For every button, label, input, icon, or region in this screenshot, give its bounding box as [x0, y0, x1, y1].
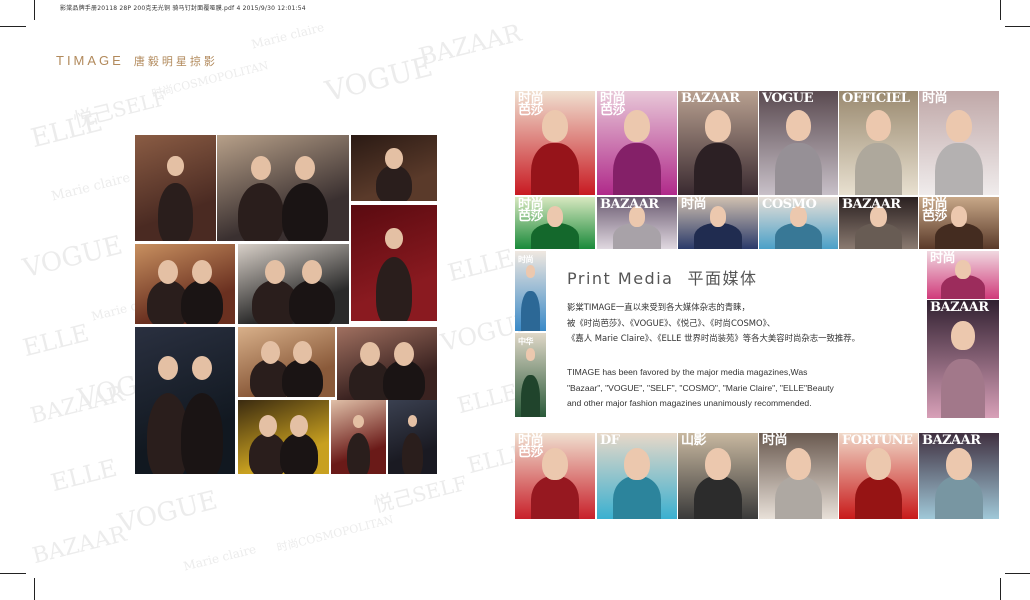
cover-bazaar-green: 时尚 芭莎: [515, 197, 595, 249]
description-en-line: TIMAGE has been favored by the major med…: [567, 367, 808, 377]
photo-09: [337, 327, 437, 400]
cover-masthead: 时尚: [762, 433, 788, 448]
print-media-title: Print Media 平面媒体: [567, 265, 757, 289]
description-en-line: and other major fashion magazines unanim…: [567, 398, 812, 408]
cover-masthead: BAZAAR: [922, 433, 981, 448]
watermark-elle: ELLE: [445, 243, 517, 288]
cover-bottom-4: 时尚: [759, 433, 838, 519]
cover-china: 中华: [515, 333, 546, 417]
cover-bottom-3: 山影: [678, 433, 758, 519]
photo-07: [135, 327, 235, 474]
crop-mark: [0, 26, 26, 27]
photo-08: [238, 327, 335, 397]
cover-bazaar-brown: 时尚 芭莎: [919, 197, 999, 249]
cover-masthead: 时尚: [930, 251, 956, 266]
cover-cosmo-blue: COSMO: [759, 197, 838, 249]
cover-shishang-small: 时尚: [515, 251, 546, 331]
cover-masthead: DF: [600, 433, 620, 448]
cover-masthead: 中华: [518, 336, 534, 346]
crop-mark: [34, 578, 35, 600]
cover-masthead: VOGUE: [762, 91, 814, 106]
cover-bazaar-red: 时尚 芭莎: [515, 91, 595, 195]
crop-mark: [1000, 0, 1001, 20]
file-info-line: 影棠品牌手册20118 28P 200克无光铜 骑马钉封面覆哑膜.pdf 4 2…: [60, 5, 306, 12]
cover-bottom-6: BAZAAR: [919, 433, 999, 519]
crop-mark: [1005, 26, 1030, 27]
print-media-title-en: Print Media: [567, 269, 674, 288]
photo-10: [238, 400, 329, 474]
cover-cosmo-white: 时尚: [919, 91, 999, 195]
description-en-line: "Bazaar", "VOGUE", "SELF", "COSMO", "Mar…: [567, 382, 834, 393]
photo-12: [388, 400, 437, 474]
watermark-elle: ELLE: [48, 453, 120, 498]
watermark-marie: Marie claire: [250, 20, 326, 52]
cover-masthead: 时尚: [922, 91, 948, 106]
cover-masthead: BAZAAR: [600, 197, 659, 212]
print-media-description-cn: 影棠TIMAGE一直以来受到各大媒体杂志的青睐， 被《时尚芭莎》、《VOGUE》…: [567, 300, 860, 347]
crop-mark: [1000, 578, 1001, 600]
cover-masthead: 时尚 芭莎: [600, 91, 626, 118]
print-media-description-en: TIMAGE has been favored by the major med…: [567, 365, 834, 412]
description-cn-line: 《嘉人 Marie Claire》、《ELLE 世界时尚装苑》等各大美容时尚杂志…: [567, 333, 860, 343]
brand-subtitle: 唐毅明星掠影: [133, 56, 218, 68]
watermark-self: 悦己SELF: [370, 470, 470, 518]
cover-bazaar-dark: BAZAAR: [678, 91, 758, 195]
description-cn-line: 影棠TIMAGE一直以来受到各大媒体杂志的青睐，: [567, 302, 750, 312]
cover-bazaar-grey: BAZAAR: [839, 197, 918, 249]
watermark-marie: Marie claire: [50, 170, 132, 205]
watermark-marie: Marie claire: [182, 542, 258, 574]
cover-officiel: OFFICIEL: [839, 91, 918, 195]
cover-bazaar-stripe: BAZAAR: [927, 300, 999, 418]
brand-header: TIMAGE 唐毅明星掠影: [56, 52, 218, 70]
cover-masthead: 时尚 芭莎: [518, 433, 544, 460]
cover-masthead: FORTUNE: [842, 433, 913, 448]
watermark-elle: ELLE: [455, 380, 521, 420]
watermark-vogue: VOGUE: [115, 485, 221, 540]
cover-masthead: BAZAAR: [930, 300, 989, 315]
cover-masthead: 时尚 芭莎: [518, 197, 544, 224]
crop-mark: [0, 573, 26, 574]
cover-vogue: VOGUE: [759, 91, 838, 195]
cover-bottom-2: DF: [597, 433, 677, 519]
cover-masthead: BAZAAR: [681, 91, 740, 106]
watermark-elle: ELLE: [20, 318, 92, 363]
cover-shi-pink: 时尚: [927, 251, 999, 299]
cover-bazaar-purple: 时尚 芭莎: [597, 91, 677, 195]
print-media-title-cn: 平面媒体: [687, 269, 758, 288]
cover-bottom-5: FORTUNE: [839, 433, 918, 519]
watermark-cosmo: 时尚COSMOPOLITAN: [275, 513, 395, 555]
print-media-text-box: Print Media 平面媒体 影棠TIMAGE一直以来受到各大媒体杂志的青睐，…: [547, 249, 926, 431]
cover-masthead: COSMO: [762, 197, 817, 212]
photo-05: [135, 244, 235, 324]
watermark-vogue: VOGUE: [20, 230, 126, 285]
photo-04: [351, 205, 437, 321]
brand-name: TIMAGE: [56, 53, 124, 68]
cover-masthead: 时尚: [518, 254, 534, 264]
cover-masthead: 山影: [681, 433, 707, 448]
photo-02: [217, 135, 349, 241]
cover-masthead: BAZAAR: [842, 197, 901, 212]
description-cn-line: 被《时尚芭莎》、《VOGUE》、《悦己》、《时尚COSMO》、: [567, 317, 776, 328]
cover-masthead: 时尚 芭莎: [518, 91, 544, 118]
cover-masthead: 时尚: [681, 197, 707, 212]
photo-11: [331, 400, 386, 474]
cover-masthead: 时尚 芭莎: [922, 197, 948, 224]
cover-masthead: OFFICIEL: [842, 91, 910, 106]
cover-bottom-1: 时尚 芭莎: [515, 433, 595, 519]
photo-01: [135, 135, 216, 241]
photo-03: [351, 135, 437, 201]
watermark-bazaar: BAZAAR: [416, 18, 525, 72]
crop-mark: [34, 0, 35, 20]
photo-06: [238, 244, 349, 324]
cover-shang: 时尚: [678, 197, 758, 249]
cover-bazaar-30: BAZAAR: [597, 197, 677, 249]
crop-mark: [1005, 573, 1030, 574]
watermark-bazaar: BAZAAR: [30, 521, 129, 570]
